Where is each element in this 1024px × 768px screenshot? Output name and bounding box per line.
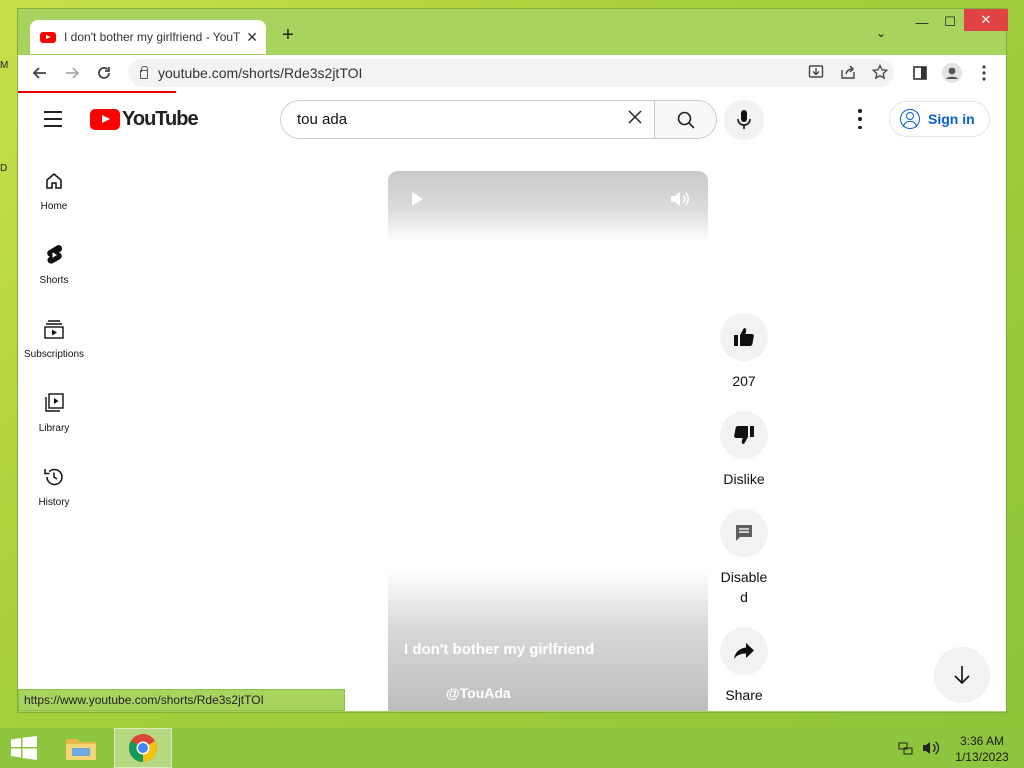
sign-in-button[interactable]: Sign in (889, 101, 990, 137)
url-text: youtube.com/shorts/Rde3s2jtTOI (158, 65, 363, 81)
youtube-logo[interactable]: YouTube (90, 108, 199, 131)
player-top-gradient (388, 171, 708, 241)
share-arrow-icon (734, 643, 754, 659)
search-button[interactable] (654, 100, 717, 139)
thumbs-up-icon (734, 328, 754, 346)
sidebar-item-label: History (38, 497, 70, 508)
home-icon (42, 169, 66, 193)
settings-more-icon[interactable] (852, 109, 868, 129)
play-icon[interactable] (412, 192, 423, 206)
search-query: tou ada (297, 111, 348, 128)
browser-tab[interactable]: I don't bother my girlfriend - YouTube ✕ (30, 20, 266, 54)
comments-button[interactable] (720, 509, 768, 557)
sidebar-item-library[interactable]: Library (18, 385, 90, 459)
search-icon (677, 111, 695, 129)
comments-label: Disabled (720, 569, 768, 605)
system-tray (898, 740, 940, 761)
youtube-play-icon (90, 109, 120, 130)
dislike-button[interactable] (720, 411, 768, 459)
volume-icon[interactable] (670, 190, 690, 213)
title-bar: I don't bother my girlfriend - YouTube ✕… (18, 9, 1008, 55)
start-button[interactable] (10, 736, 38, 760)
video-title: I don't bother my girlfriend (404, 641, 595, 658)
minimize-button[interactable]: — (908, 9, 936, 35)
profile-avatar[interactable] (940, 61, 964, 85)
menu-icon[interactable] (44, 111, 64, 127)
dislike-action: Dislike (716, 411, 772, 489)
sidebar-item-label: Library (38, 423, 70, 434)
sidebar-item-label: Home (40, 201, 68, 212)
sidebar-item-subscriptions[interactable]: Subscriptions (18, 311, 90, 385)
install-icon[interactable] (808, 64, 824, 83)
tab-title: I don't bother my girlfriend - YouTube (64, 30, 240, 44)
thumbs-down-icon (734, 426, 754, 444)
new-tab-button[interactable]: + (276, 23, 300, 47)
volume-tray-icon[interactable] (922, 740, 940, 761)
close-window-button[interactable]: ✕ (964, 9, 1008, 31)
next-video-button[interactable] (934, 647, 990, 703)
sidebar-item-home[interactable]: Home (18, 163, 90, 237)
status-bar-url: https://www.youtube.com/shorts/Rde3s2jtT… (18, 689, 345, 711)
share-button[interactable] (720, 627, 768, 675)
tab-search-icon[interactable]: ⌄ (876, 26, 886, 40)
share-page-icon[interactable] (840, 64, 856, 83)
like-count: 207 (732, 373, 756, 389)
history-icon (42, 465, 66, 489)
network-icon[interactable] (898, 740, 914, 761)
shorts-video-player[interactable]: I don't bother my girlfriend @TouAda (388, 171, 708, 711)
taskbar-chrome[interactable] (114, 728, 172, 768)
sidebar-item-label: Shorts (39, 275, 69, 286)
address-bar[interactable]: youtube.com/shorts/Rde3s2jtTOI (128, 59, 894, 87)
share-action: Share (716, 627, 772, 705)
clock-date: 1/13/2023 (955, 750, 1009, 764)
browser-window: I don't bother my girlfriend - YouTube ✕… (17, 8, 1008, 713)
dislike-label: Dislike (723, 471, 765, 487)
sidebar-item-label: Subscriptions (23, 349, 85, 360)
sign-in-label: Sign in (928, 111, 975, 127)
library-icon (42, 391, 66, 415)
folder-icon (66, 739, 96, 760)
browser-menu-icon[interactable] (972, 61, 996, 85)
account-icon (900, 109, 920, 129)
youtube-wordmark: YouTube (122, 108, 199, 130)
arrow-down-icon (954, 666, 970, 685)
taskbar-file-explorer[interactable] (52, 728, 110, 768)
taskbar-clock[interactable]: 3:36 AM 1/13/2023 (950, 733, 1014, 765)
comment-icon (736, 525, 752, 541)
bookmark-star-icon[interactable] (871, 63, 889, 83)
shorts-actions: 207 Dislike Disabled Share (716, 313, 772, 711)
share-label: Share (725, 687, 763, 703)
sidebar-item-history[interactable]: History (18, 459, 90, 533)
channel-handle[interactable]: @TouAda (446, 685, 511, 701)
youtube-header: YouTube tou ada Sign in (18, 91, 1006, 147)
back-arrow-icon[interactable] (28, 61, 52, 85)
subscriptions-icon (42, 317, 66, 341)
like-button[interactable] (720, 313, 768, 361)
like-action: 207 (716, 313, 772, 391)
comments-action: Disabled (716, 509, 772, 607)
search-input[interactable]: tou ada (280, 100, 655, 139)
lock-icon (140, 66, 148, 79)
voice-search-button[interactable] (724, 100, 764, 140)
sidebar: Home Shorts Subscriptions Library Histor… (18, 163, 90, 533)
desktop-icon-label-fragment: D (0, 163, 8, 174)
reload-icon[interactable] (92, 61, 116, 85)
shorts-icon (42, 243, 66, 267)
windows-logo-icon (11, 736, 37, 760)
maximize-button[interactable]: ☐ (936, 9, 964, 35)
chrome-icon (129, 734, 157, 762)
clear-search-icon[interactable] (615, 108, 655, 132)
microphone-icon (737, 110, 751, 129)
clock-time: 3:36 AM (959, 734, 1005, 748)
side-panel-icon[interactable] (908, 61, 932, 85)
taskbar: 3:36 AM 1/13/2023 (0, 728, 1024, 768)
page-content: YouTube tou ada Sign in Home Shorts Subs… (18, 91, 1006, 711)
forward-arrow-icon[interactable] (60, 61, 84, 85)
browser-toolbar: youtube.com/shorts/Rde3s2jtTOI (18, 55, 1006, 91)
tab-close-icon[interactable]: ✕ (246, 29, 258, 46)
desktop-icon-label-fragment: M (0, 60, 9, 71)
youtube-favicon-icon (40, 31, 56, 43)
sidebar-item-shorts[interactable]: Shorts (18, 237, 90, 311)
